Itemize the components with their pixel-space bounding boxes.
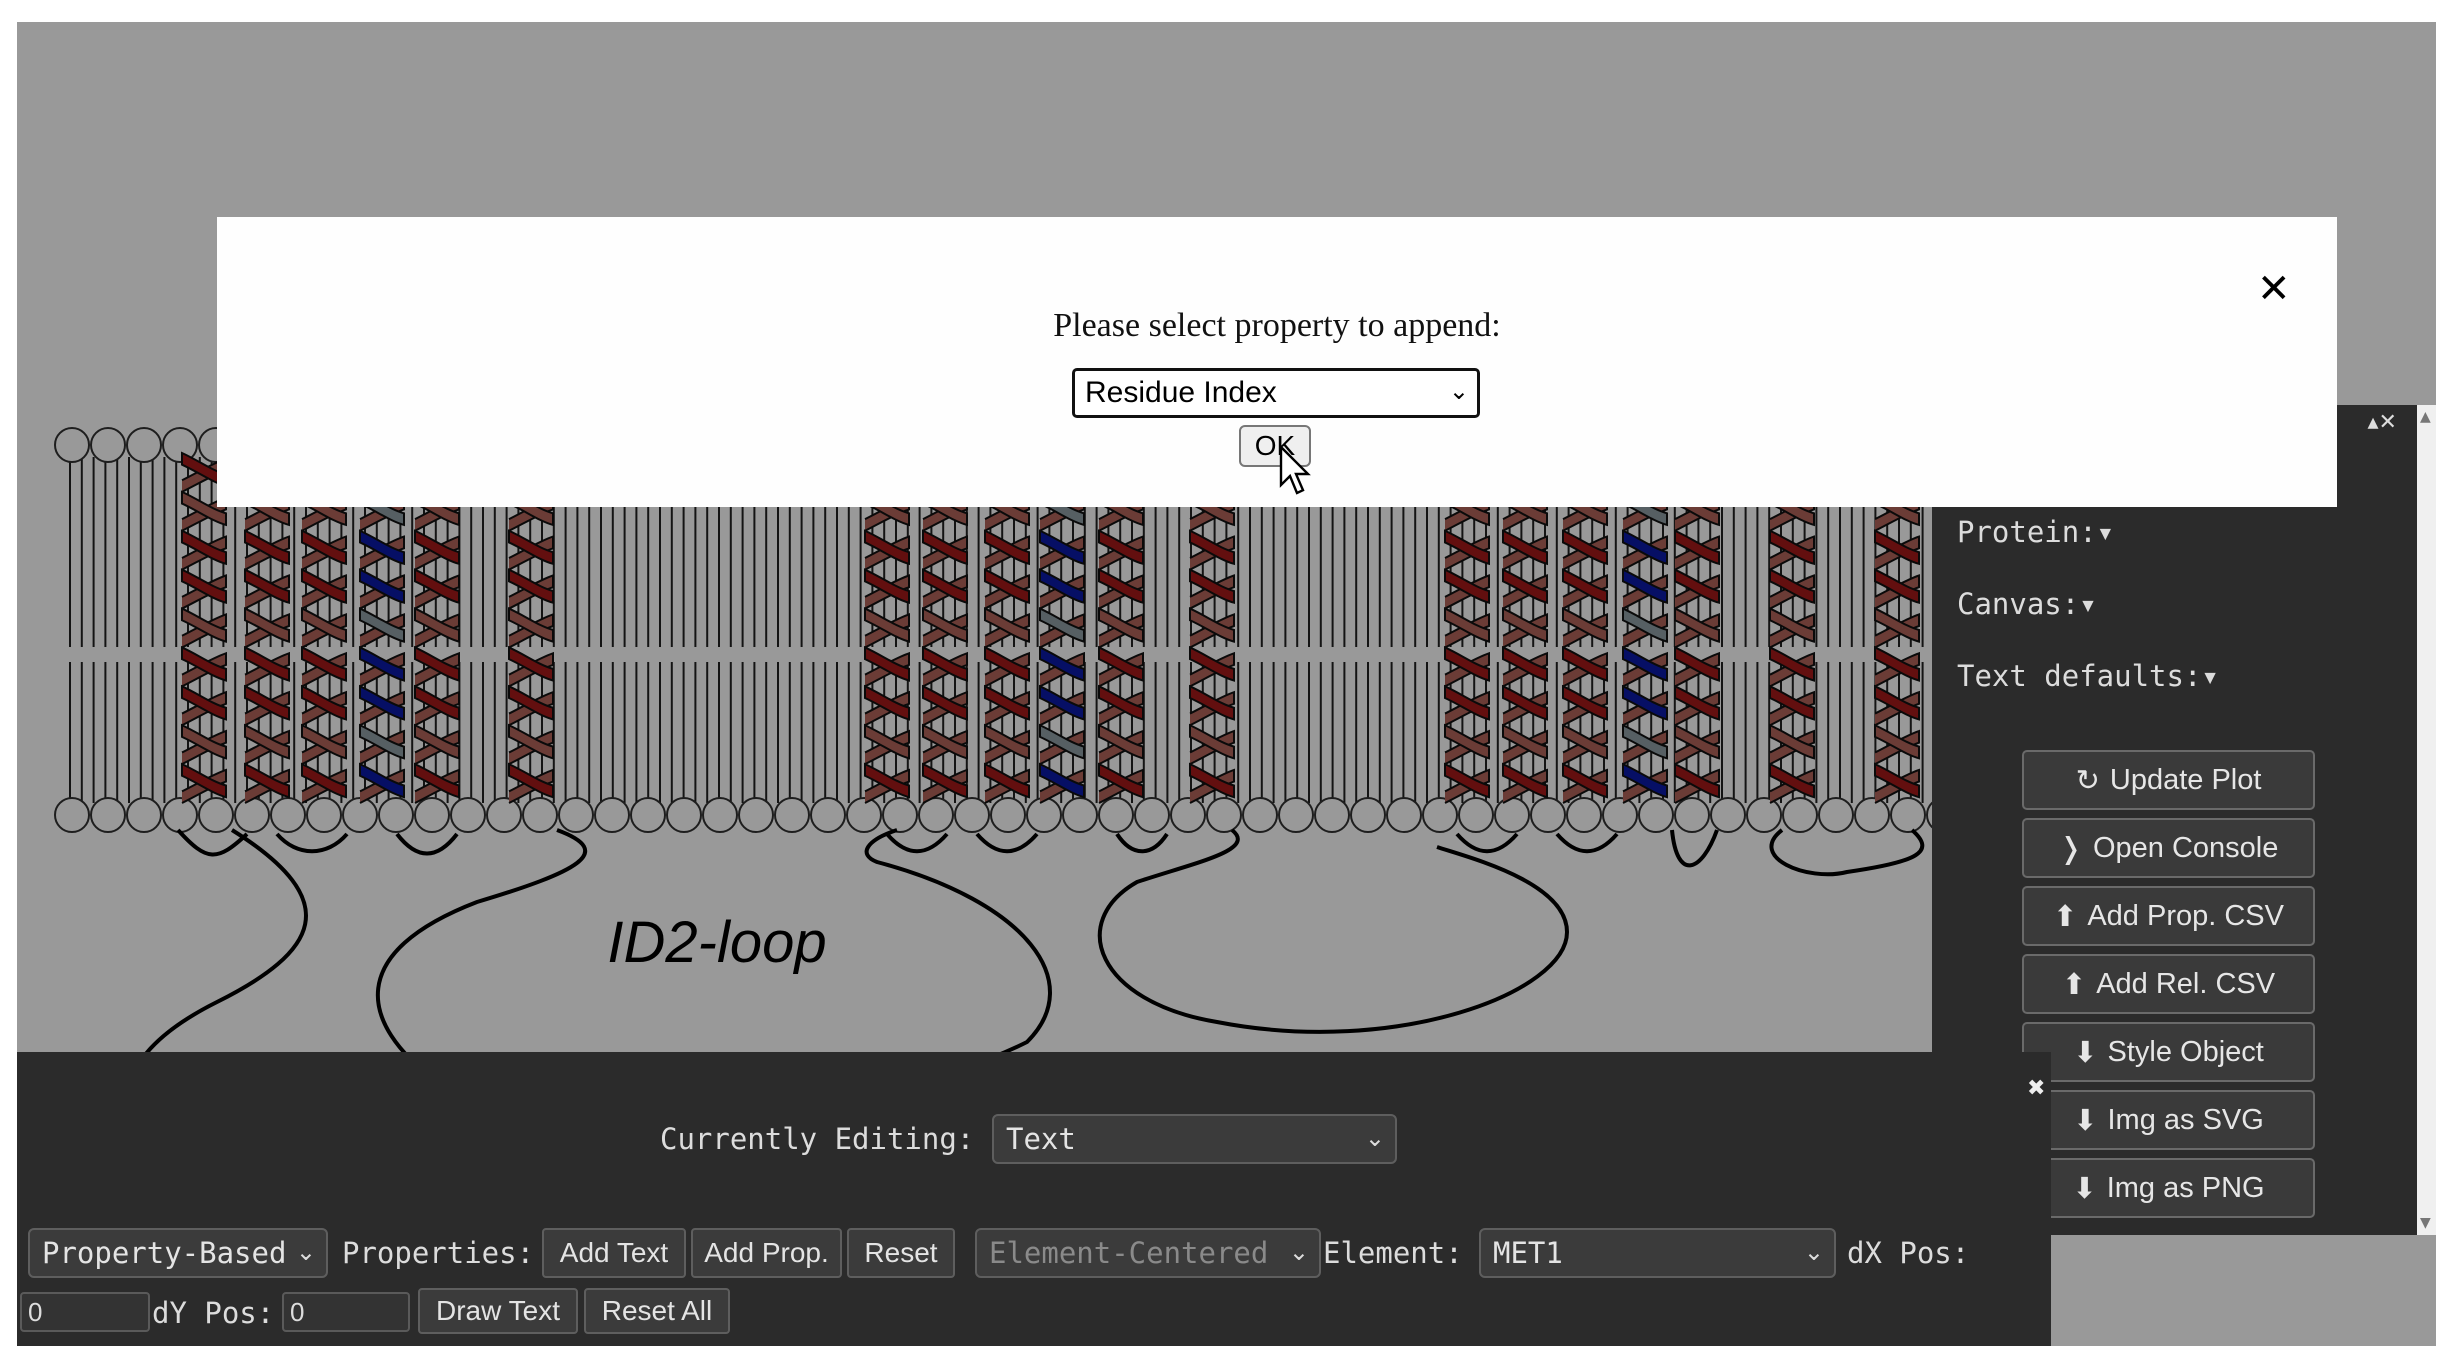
add-rel-csv-label: Add Rel. CSV: [2096, 967, 2276, 1000]
scroll-up-icon[interactable]: ▲: [2420, 409, 2431, 425]
property-select-value: Residue Index: [1085, 376, 1277, 409]
upload-icon: ⬆: [2061, 968, 2087, 1001]
property-select[interactable]: Residue Index ⌄: [1072, 368, 1480, 418]
panel-window-controls[interactable]: ▴✕: [2368, 410, 2397, 435]
text-defaults-section-toggle[interactable]: Text defaults:▾: [1957, 659, 2219, 693]
chevron-down-icon: ⌄: [1288, 1238, 1309, 1266]
refresh-icon: ↻: [2075, 764, 2100, 797]
chevron-down-icon: ⌄: [1803, 1238, 1824, 1266]
add-prop-csv-label: Add Prop. CSV: [2087, 899, 2284, 932]
chevron-down-icon: ⌄: [295, 1238, 316, 1266]
element-select-value: MET1: [1493, 1236, 1563, 1270]
protein-section-toggle[interactable]: Protein:▾: [1957, 515, 2114, 549]
img-as-svg-label: Img as SVG: [2107, 1103, 2264, 1136]
add-text-button[interactable]: Add Text: [542, 1228, 686, 1278]
style-object-button[interactable]: ⬇ Style Object: [2022, 1022, 2315, 1082]
draw-text-button[interactable]: Draw Text: [418, 1288, 578, 1334]
style-object-label: Style Object: [2107, 1035, 2264, 1068]
anchor-select-value: Element-Centered: [989, 1236, 1269, 1270]
download-icon: ⬇: [2073, 1036, 2098, 1069]
currently-editing-label: Currently Editing:: [660, 1122, 975, 1156]
element-select[interactable]: MET1 ⌄: [1479, 1228, 1836, 1278]
close-icon[interactable]: ✕: [2257, 269, 2291, 309]
open-console-label: Open Console: [2092, 831, 2279, 864]
editing-panel: ✖ Currently Editing: Text ⌄ Property-Bas…: [17, 1052, 2051, 1346]
properties-label: Properties:: [342, 1236, 535, 1270]
dx-pos-label: dX Pos:: [1847, 1236, 1970, 1270]
anchor-select: Element-Centered ⌄: [975, 1228, 1321, 1278]
property-modal: Please select property to append: ✕ Resi…: [217, 217, 2337, 507]
currently-editing-select[interactable]: Text ⌄: [992, 1114, 1397, 1164]
add-prop-csv-button[interactable]: ⬆ Add Prop. CSV: [2022, 886, 2315, 946]
update-plot-label: Update Plot: [2109, 763, 2262, 796]
chevron-right-icon: ❭: [2058, 832, 2083, 865]
close-icon[interactable]: ✖: [2027, 1076, 2045, 1101]
img-as-png-label: Img as PNG: [2106, 1171, 2265, 1204]
open-console-button[interactable]: ❭ Open Console: [2022, 818, 2315, 878]
side-panel-scrollbar[interactable]: ▲ ▼: [2417, 405, 2436, 1235]
download-icon: ⬇: [2072, 1172, 2097, 1205]
mouse-pointer-icon: [1279, 445, 1311, 495]
download-icon: ⬇: [2073, 1104, 2098, 1137]
reset-button[interactable]: Reset: [847, 1228, 955, 1278]
add-rel-csv-button[interactable]: ⬆ Add Rel. CSV: [2022, 954, 2315, 1014]
chevron-down-icon: ⌄: [1364, 1124, 1385, 1152]
currently-editing-value: Text: [1006, 1122, 1076, 1156]
mode-select-value: Property-Based: [42, 1236, 287, 1270]
img-as-png-button[interactable]: ⬇ Img as PNG: [2022, 1158, 2315, 1218]
app-viewport: ID2-loop ▴✕ Protein:▾ Canvas:▾ Text defa…: [17, 22, 2436, 1346]
mode-select[interactable]: Property-Based ⌄: [28, 1228, 328, 1278]
upload-icon: ⬆: [2053, 900, 2078, 933]
canvas-section-toggle[interactable]: Canvas:▾: [1957, 587, 2097, 621]
dy-pos-label: dY Pos:: [152, 1296, 275, 1330]
scroll-down-icon[interactable]: ▼: [2420, 1215, 2431, 1231]
img-as-svg-button[interactable]: ⬇ Img as SVG: [2022, 1090, 2315, 1150]
dy-pos-input[interactable]: 0: [282, 1292, 410, 1332]
chevron-down-icon: ⌄: [1448, 377, 1469, 405]
update-plot-button[interactable]: ↻ Update Plot: [2022, 750, 2315, 810]
add-prop-button[interactable]: Add Prop.: [691, 1228, 842, 1278]
reset-all-button[interactable]: Reset All: [584, 1288, 730, 1334]
modal-message: Please select property to append:: [1053, 307, 1501, 344]
element-label: Element:: [1323, 1236, 1463, 1270]
dx-pos-input[interactable]: 0: [20, 1292, 150, 1332]
